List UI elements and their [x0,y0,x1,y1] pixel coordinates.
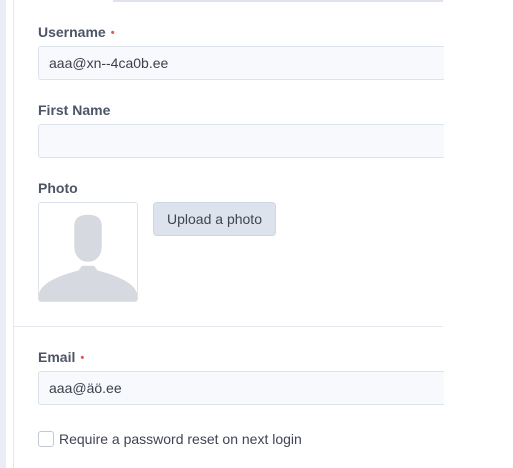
user-form-panel: Username • aaa@xn--4ca0b.ee First Name Ph… [0,0,513,468]
password-reset-checkbox[interactable] [38,431,54,447]
first-name-input[interactable] [38,124,444,158]
username-required-mark: • [110,27,115,39]
email-label: Email • [38,349,84,367]
email-label-text: Email [38,349,76,365]
email-input[interactable]: aaa@äö.ee [38,371,444,405]
username-label: Username • [38,24,115,42]
left-border-line [13,0,14,468]
first-name-label: First Name [38,102,111,118]
email-required-mark: • [80,352,85,364]
username-label-text: Username [38,24,106,40]
photo-preview [38,202,138,302]
top-element-edge [113,0,443,2]
left-edge-strip [0,0,6,468]
user-silhouette-icon [39,214,137,301]
password-reset-label: Require a password reset on next login [59,431,302,447]
photo-label: Photo [38,180,78,196]
upload-photo-button[interactable]: Upload a photo [153,202,276,236]
section-divider [13,326,443,327]
username-input[interactable]: aaa@xn--4ca0b.ee [38,46,444,80]
